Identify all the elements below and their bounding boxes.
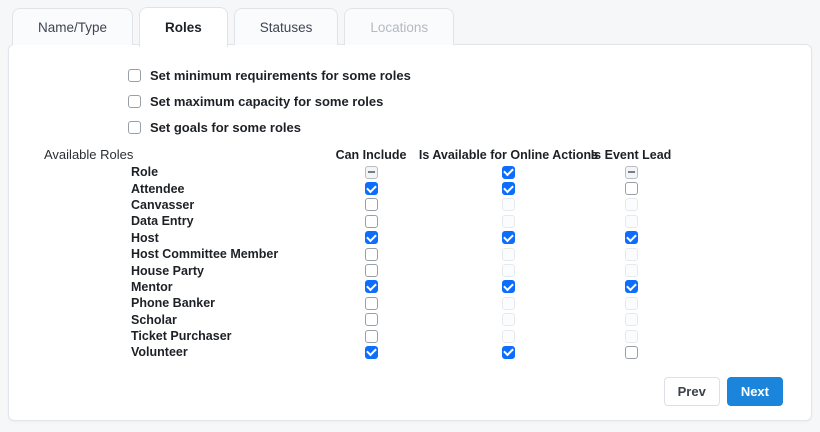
tab-statuses[interactable]: Statuses	[233, 8, 339, 45]
checkbox-volunteer-online-actions[interactable]	[502, 345, 515, 359]
checkbox-scholar-online-actions	[502, 313, 515, 327]
checkbox-host-online-actions[interactable]	[502, 231, 515, 245]
roles-rows: Role Attendee Canvasser Data Entry Host Host …	[131, 164, 671, 361]
role-row-data-entry: Data Entry	[131, 213, 671, 229]
checkbox-ticket-purchaser-can-include[interactable]	[364, 329, 378, 343]
checkbox-data-entry-online-actions	[502, 214, 515, 228]
checkbox-ticket-purchaser-online-actions	[502, 329, 515, 343]
tab-name-type[interactable]: Name/Type	[12, 8, 134, 45]
checkbox-attendee-can-include[interactable]	[364, 182, 378, 196]
roles-table: Can Include Is Available for Online Acti…	[131, 145, 671, 361]
min-requirements-checkbox[interactable]	[128, 69, 141, 82]
checkbox-house-party-online-actions	[502, 264, 515, 278]
goals-checkbox[interactable]	[128, 121, 141, 134]
role-name-label: Attendee	[131, 181, 185, 196]
role-row-attendee: Attendee	[131, 180, 671, 196]
checkbox-attendee-event-lead[interactable]	[624, 182, 638, 196]
tab-locations: Locations	[344, 8, 455, 45]
checkbox-house-party-event-lead	[624, 264, 638, 278]
role-name-label: Ticket Purchaser	[131, 329, 232, 344]
role-name-label: House Party	[131, 263, 204, 278]
checkbox-canvasser-event-lead	[624, 198, 638, 212]
checkbox-data-entry-event-lead	[624, 214, 638, 228]
checkbox-mentor-can-include[interactable]	[364, 280, 378, 294]
checkbox-volunteer-can-include[interactable]	[364, 345, 378, 359]
role-name-label: Canvasser	[131, 197, 195, 212]
column-header-can-include: Can Include	[335, 147, 407, 162]
wizard-footer: Prev Next	[663, 377, 783, 406]
role-name-label: Host Committee Member	[131, 247, 279, 262]
checkbox-canvasser-can-include[interactable]	[364, 198, 378, 212]
checkbox-scholar-event-lead	[624, 313, 638, 327]
role-options-group: Set minimum requirements for some roles …	[128, 68, 411, 135]
role-row-house-party: House Party	[131, 262, 671, 278]
checkbox-phone-banker-event-lead	[624, 296, 638, 310]
checkbox-mentor-online-actions[interactable]	[502, 280, 515, 294]
prev-button[interactable]: Prev	[663, 377, 720, 406]
column-header-event-lead: Is Event Lead	[590, 147, 672, 162]
checkbox-ticket-purchaser-event-lead	[624, 329, 638, 343]
checkbox-volunteer-event-lead[interactable]	[624, 345, 638, 359]
option-row-max-capacity: Set maximum capacity for some roles	[128, 94, 411, 109]
checkbox-role-online-actions[interactable]	[502, 165, 515, 179]
checkbox-attendee-online-actions[interactable]	[502, 182, 515, 196]
checkbox-role-can-include[interactable]	[364, 165, 378, 179]
role-row-volunteer: Volunteer	[131, 344, 671, 360]
goals-label: Set goals for some roles	[150, 120, 301, 135]
checkbox-phone-banker-online-actions	[502, 296, 515, 310]
checkbox-scholar-can-include[interactable]	[364, 313, 378, 327]
checkbox-role-event-lead[interactable]	[624, 165, 638, 179]
role-row-phone-banker: Phone Banker	[131, 295, 671, 311]
role-name-label: Role	[131, 165, 159, 180]
role-row-ticket-purchaser: Ticket Purchaser	[131, 328, 671, 344]
role-name-label: Mentor	[131, 279, 173, 294]
checkbox-phone-banker-can-include[interactable]	[364, 296, 378, 310]
option-row-goals: Set goals for some roles	[128, 120, 411, 135]
option-row-min-requirements: Set minimum requirements for some roles	[128, 68, 411, 83]
checkbox-house-party-can-include[interactable]	[364, 264, 378, 278]
role-row-host-committee-member: Host Committee Member	[131, 246, 671, 262]
checkbox-data-entry-can-include[interactable]	[364, 214, 378, 228]
checkbox-host-event-lead[interactable]	[624, 231, 638, 245]
min-requirements-label: Set minimum requirements for some roles	[150, 68, 411, 83]
next-button[interactable]: Next	[726, 377, 783, 406]
checkbox-host-committee-member-event-lead	[624, 247, 638, 261]
role-row-canvasser: Canvasser	[131, 197, 671, 213]
tab-bar: Name/Type Roles Statuses Locations	[12, 7, 455, 47]
role-name-label: Phone Banker	[131, 296, 216, 311]
max-capacity-label: Set maximum capacity for some roles	[150, 94, 384, 109]
checkbox-mentor-event-lead[interactable]	[624, 280, 638, 294]
tab-roles[interactable]: Roles	[139, 7, 228, 47]
checkbox-host-can-include[interactable]	[364, 231, 378, 245]
role-name-label: Scholar	[131, 312, 177, 327]
role-row-scholar: Scholar	[131, 312, 671, 328]
column-header-online-actions: Is Available for Online Actions	[418, 147, 599, 162]
role-name-label: Volunteer	[131, 345, 188, 360]
roles-panel: Set minimum requirements for some roles …	[8, 44, 812, 421]
roles-table-header: Can Include Is Available for Online Acti…	[131, 145, 672, 164]
checkbox-host-committee-member-can-include[interactable]	[364, 247, 378, 261]
role-row-host: Host	[131, 230, 671, 246]
checkbox-host-committee-member-online-actions	[502, 247, 515, 261]
role-row-mentor: Mentor	[131, 279, 671, 295]
checkbox-canvasser-online-actions	[502, 198, 515, 212]
max-capacity-checkbox[interactable]	[128, 95, 141, 108]
available-roles-label: Available Roles	[44, 147, 134, 162]
role-name-label: Host	[131, 230, 159, 245]
role-row-role: Role	[131, 164, 671, 180]
role-name-label: Data Entry	[131, 214, 194, 229]
